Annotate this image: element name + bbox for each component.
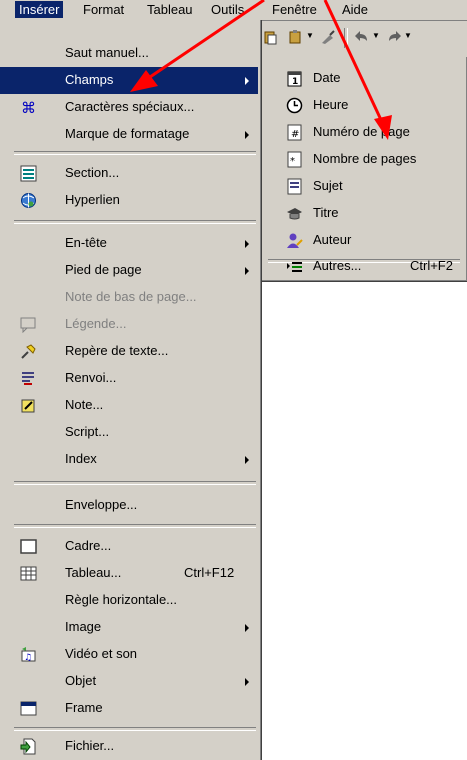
toolbar-separator	[344, 28, 348, 48]
author-icon	[287, 233, 303, 248]
submenu-item-sujet[interactable]: Sujet	[262, 173, 465, 200]
menu-item-caracteres-speciaux[interactable]: ⌘ Caractères spéciaux...	[0, 94, 258, 121]
menu-item-pied-de-page[interactable]: Pied de page	[0, 257, 258, 284]
svg-text:*: *	[290, 156, 295, 167]
submenu-item-numero-de-page[interactable]: # Numéro de page	[262, 119, 465, 146]
svg-text:♫: ♫	[24, 653, 32, 663]
submenu-arrow-icon	[245, 456, 249, 464]
menu-item-saut-manuel[interactable]: Saut manuel...	[0, 40, 258, 67]
frame-icon	[20, 539, 37, 554]
menu-item-section[interactable]: Section...	[0, 160, 258, 187]
menu-item-fichier[interactable]: Fichier...	[0, 733, 258, 760]
menu-separator	[14, 151, 256, 155]
submenu-item-titre[interactable]: Titre	[262, 200, 465, 227]
submenu-item-nombre-de-pages[interactable]: * Nombre de pages	[262, 146, 465, 173]
menu-bar: Insérer Format Tableau Outils Fenêtre Ai…	[0, 0, 467, 21]
cross-reference-icon	[22, 372, 34, 385]
menu-outils[interactable]: Outils	[207, 1, 248, 18]
insert-menu: Saut manuel... Champs ⌘ Caractères spéci…	[0, 20, 262, 760]
menu-item-image[interactable]: Image	[0, 614, 258, 641]
subject-icon	[287, 178, 302, 195]
insert-file-icon	[20, 738, 36, 755]
redo-icon[interactable]	[386, 29, 402, 45]
clipboard-icon[interactable]	[288, 29, 304, 45]
menu-separator	[14, 524, 256, 528]
menu-item-frame[interactable]: Frame	[0, 695, 258, 722]
svg-text:1: 1	[292, 77, 298, 87]
menu-item-script[interactable]: Script...	[0, 419, 258, 446]
menu-item-hyperlien[interactable]: Hyperlien	[0, 187, 258, 214]
menu-inserer[interactable]: Insérer	[15, 1, 64, 18]
submenu-item-date[interactable]: 1 Date	[262, 65, 465, 92]
submenu-arrow-icon	[245, 77, 249, 85]
menu-separator	[14, 220, 256, 224]
video-sound-icon: ♫	[21, 647, 36, 663]
undo-icon[interactable]	[354, 29, 370, 45]
format-paintbrush-icon[interactable]	[320, 29, 336, 45]
bookmark-pin-icon	[21, 344, 36, 359]
submenu-arrow-icon	[245, 131, 249, 139]
menu-item-note[interactable]: Note...	[0, 392, 258, 419]
svg-text:#: #	[291, 129, 299, 140]
submenu-item-autres[interactable]: Autres... Ctrl+F2	[262, 253, 465, 280]
calendar-icon: 1	[287, 71, 302, 87]
menu-aide[interactable]: Aide	[338, 1, 372, 18]
special-characters-icon: ⌘	[21, 99, 36, 116]
menu-item-index[interactable]: Index	[0, 446, 258, 473]
frame-window-icon	[20, 701, 37, 716]
submenu-arrow-icon	[245, 624, 249, 632]
fields-submenu: 1 Date Heure # Numéro de page * Nombre d…	[262, 57, 467, 282]
page-number-icon: #	[287, 124, 302, 141]
table-icon	[20, 566, 37, 581]
menu-item-marque-de-formatage[interactable]: Marque de formatage	[0, 121, 258, 148]
menu-item-cadre[interactable]: Cadre...	[0, 533, 258, 560]
menu-separator	[14, 727, 256, 731]
svg-text:⌘: ⌘	[21, 99, 36, 116]
menu-item-champs[interactable]: Champs	[0, 67, 258, 94]
dropdown-arrow-icon[interactable]: ▼	[404, 31, 420, 47]
menu-tableau[interactable]: Tableau	[143, 1, 197, 18]
submenu-arrow-icon	[245, 267, 249, 275]
note-icon	[21, 399, 35, 413]
caption-icon	[20, 317, 36, 333]
menu-item-repere-de-texte[interactable]: Repère de texte...	[0, 338, 258, 365]
menu-item-note-de-bas-de-page: Note de bas de page...	[65, 289, 197, 304]
submenu-arrow-icon	[245, 678, 249, 686]
toolbar: ▼ ▼ ▼	[262, 21, 467, 58]
submenu-item-auteur[interactable]: Auteur	[262, 227, 465, 254]
clock-icon	[286, 97, 303, 114]
menu-item-objet[interactable]: Objet	[0, 668, 258, 695]
menu-item-renvoi[interactable]: Renvoi...	[0, 365, 258, 392]
menu-item-enveloppe[interactable]: Enveloppe...	[0, 492, 258, 519]
hyperlink-globe-icon	[21, 193, 36, 208]
submenu-arrow-icon	[245, 240, 249, 248]
page-count-icon: *	[287, 151, 302, 168]
menu-item-video-et-son[interactable]: ♫ Vidéo et son	[0, 641, 258, 668]
section-icon	[20, 165, 37, 182]
menu-item-regle-horizontale[interactable]: Règle horizontale...	[0, 587, 258, 614]
menu-item-tableau[interactable]: Tableau... Ctrl+F12	[0, 560, 258, 587]
menu-item-en-tete[interactable]: En-tête	[0, 230, 258, 257]
other-fields-icon	[287, 262, 302, 272]
graduation-cap-icon	[287, 208, 302, 220]
menu-fenetre[interactable]: Fenêtre	[268, 1, 321, 18]
submenu-item-heure[interactable]: Heure	[262, 92, 465, 119]
paste-icon[interactable]	[262, 29, 278, 45]
menu-item-legende: Légende...	[0, 311, 258, 338]
menu-separator	[14, 481, 256, 485]
menu-format[interactable]: Format	[79, 1, 128, 18]
